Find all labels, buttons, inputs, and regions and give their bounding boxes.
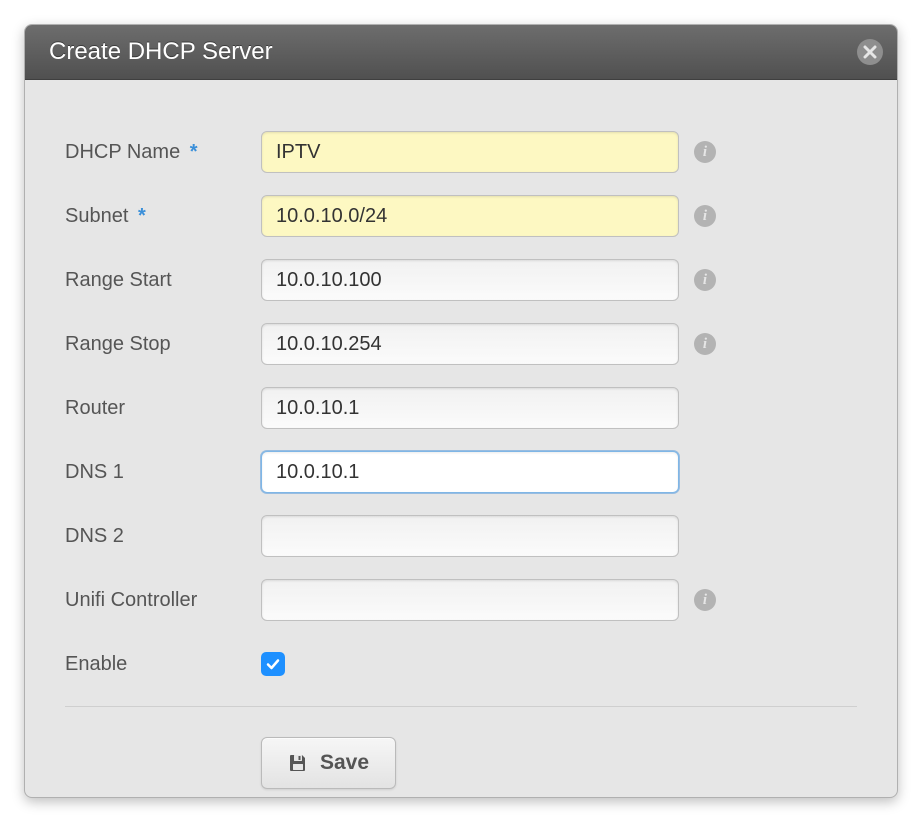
modal-titlebar: Create DHCP Server [25, 25, 897, 80]
row-range-stop: Range Stop i [65, 322, 857, 366]
dns1-input[interactable] [261, 451, 679, 493]
row-dns2: DNS 2 [65, 514, 857, 558]
label-text: DHCP Name [65, 141, 180, 163]
dhcp-name-input[interactable] [261, 131, 679, 173]
row-router: Router [65, 386, 857, 430]
label-unifi-controller: Unifi Controller [65, 589, 261, 612]
label-dhcp-name: DHCP Name * [65, 141, 261, 164]
label-range-stop: Range Stop [65, 333, 261, 356]
dns2-input[interactable] [261, 515, 679, 557]
label-subnet: Subnet * [65, 205, 261, 228]
check-icon [265, 656, 281, 672]
save-button-label: Save [320, 751, 369, 775]
divider [65, 706, 857, 707]
info-icon[interactable]: i [694, 269, 716, 291]
button-row: Save [65, 737, 857, 789]
unifi-controller-input[interactable] [261, 579, 679, 621]
required-marker: * [190, 141, 198, 163]
info-icon[interactable]: i [694, 141, 716, 163]
row-unifi-controller: Unifi Controller i [65, 578, 857, 622]
range-start-input[interactable] [261, 259, 679, 301]
label-router: Router [65, 397, 261, 420]
label-enable: Enable [65, 653, 261, 676]
required-marker: * [138, 205, 146, 227]
modal-title: Create DHCP Server [49, 38, 273, 66]
row-dhcp-name: DHCP Name * i [65, 130, 857, 174]
close-button[interactable] [857, 39, 883, 65]
enable-checkbox[interactable] [261, 652, 285, 676]
row-subnet: Subnet * i [65, 194, 857, 238]
save-button[interactable]: Save [261, 737, 396, 789]
modal-body: DHCP Name * i Subnet * i Ra [25, 80, 897, 798]
info-icon[interactable]: i [694, 333, 716, 355]
label-dns2: DNS 2 [65, 525, 261, 548]
subnet-input[interactable] [261, 195, 679, 237]
close-icon [863, 45, 877, 59]
save-icon [288, 753, 308, 773]
label-range-start: Range Start [65, 269, 261, 292]
info-icon[interactable]: i [694, 205, 716, 227]
row-range-start: Range Start i [65, 258, 857, 302]
info-icon[interactable]: i [694, 589, 716, 611]
create-dhcp-server-modal: Create DHCP Server DHCP Name * i Subnet [24, 24, 898, 798]
label-dns1: DNS 1 [65, 461, 261, 484]
label-text: Subnet [65, 205, 128, 227]
row-dns1: DNS 1 [65, 450, 857, 494]
range-stop-input[interactable] [261, 323, 679, 365]
row-enable: Enable [65, 642, 857, 686]
router-input[interactable] [261, 387, 679, 429]
